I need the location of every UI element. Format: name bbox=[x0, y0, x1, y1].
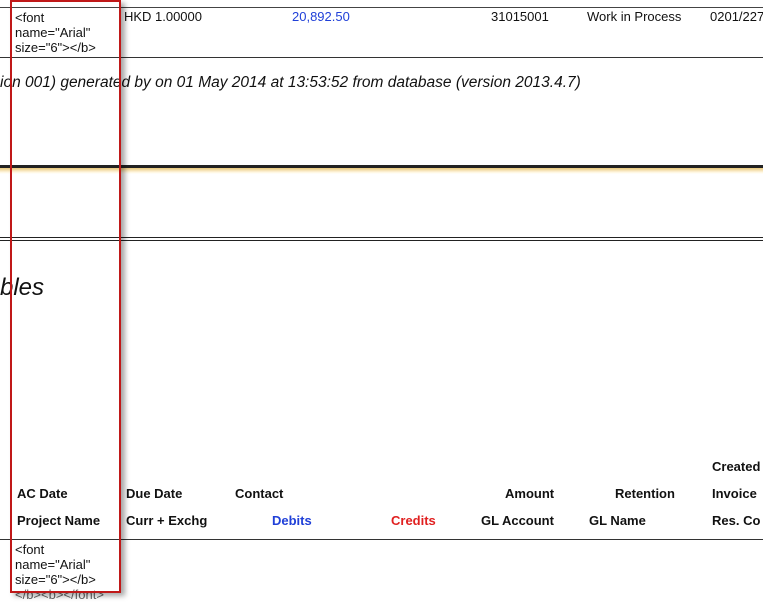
header-gl-account: GL Account bbox=[481, 513, 554, 528]
highlight-box bbox=[10, 0, 121, 593]
amount-value: 20,892.50 bbox=[292, 9, 350, 24]
header-debits: Debits bbox=[272, 513, 312, 528]
exchange-rate: 1.00000 bbox=[155, 9, 202, 24]
header-contact: Contact bbox=[235, 486, 284, 501]
header-created: Created bbox=[712, 459, 761, 474]
account-code: 31015001 bbox=[491, 9, 549, 24]
project-code: 0201/227 bbox=[710, 9, 763, 24]
header-curr-exchg: Curr + Exchg bbox=[126, 513, 208, 528]
header-res-co: Res. Co bbox=[712, 513, 761, 528]
header-retention: Retention bbox=[615, 486, 675, 501]
header-amount: Amount bbox=[505, 486, 555, 501]
header-credits: Credits bbox=[391, 513, 436, 528]
account-name: Work in Process bbox=[587, 9, 682, 24]
header-invoice: Invoice bbox=[712, 486, 757, 501]
header-gl-name: GL Name bbox=[589, 513, 646, 528]
currency: HKD bbox=[124, 9, 152, 24]
header-due-date: Due Date bbox=[126, 486, 183, 501]
